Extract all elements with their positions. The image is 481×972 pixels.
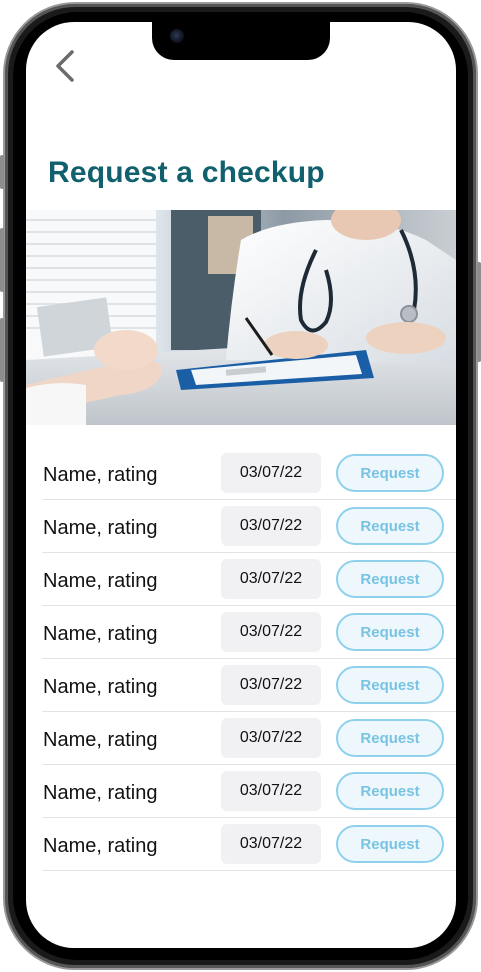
- doctor-name-rating: Name, rating: [43, 623, 158, 645]
- request-button[interactable]: Request: [336, 772, 444, 810]
- camera-icon: [170, 29, 184, 43]
- list-item: Name, rating 03/07/22 Request: [42, 818, 456, 871]
- request-button[interactable]: Request: [336, 454, 444, 492]
- list-item: Name, rating 03/07/22 Request: [42, 447, 456, 500]
- request-button[interactable]: Request: [336, 507, 444, 545]
- doctor-name-rating: Name, rating: [43, 782, 158, 804]
- request-button[interactable]: Request: [336, 825, 444, 863]
- list-item: Name, rating 03/07/22 Request: [42, 500, 456, 553]
- date-badge: 03/07/22: [221, 559, 321, 599]
- list-item: Name, rating 03/07/22 Request: [42, 553, 456, 606]
- date-badge: 03/07/22: [221, 612, 321, 652]
- screen: Request a checkup Name, rating 03/07/22 …: [26, 22, 456, 948]
- date-badge: 03/07/22: [221, 665, 321, 705]
- doctor-name-rating: Name, rating: [43, 835, 158, 857]
- date-badge: 03/07/22: [221, 824, 321, 864]
- silent-switch: [0, 155, 4, 189]
- request-button[interactable]: Request: [336, 560, 444, 598]
- list-item: Name, rating 03/07/22 Request: [42, 659, 456, 712]
- volume-down-button: [0, 318, 4, 382]
- list-item: Name, rating 03/07/22 Request: [42, 606, 456, 659]
- list-item: Name, rating 03/07/22 Request: [42, 765, 456, 818]
- volume-up-button: [0, 228, 4, 292]
- doctor-name-rating: Name, rating: [43, 517, 158, 539]
- hero-image: [26, 210, 456, 425]
- doctor-name-rating: Name, rating: [43, 676, 158, 698]
- request-button[interactable]: Request: [336, 613, 444, 651]
- doctor-name-rating: Name, rating: [43, 729, 158, 751]
- doctor-name-rating: Name, rating: [43, 570, 158, 592]
- power-button: [477, 262, 481, 362]
- page-title: Request a checkup: [48, 156, 325, 189]
- date-badge: 03/07/22: [221, 771, 321, 811]
- date-badge: 03/07/22: [221, 718, 321, 758]
- back-button[interactable]: [48, 46, 84, 86]
- request-button[interactable]: Request: [336, 666, 444, 704]
- date-badge: 03/07/22: [221, 506, 321, 546]
- request-button[interactable]: Request: [336, 719, 444, 757]
- chevron-left-icon: [56, 50, 74, 82]
- date-badge: 03/07/22: [221, 453, 321, 493]
- doctor-consultation-photo: [26, 210, 456, 425]
- list-item: Name, rating 03/07/22 Request: [42, 712, 456, 765]
- notch: [152, 22, 330, 60]
- doctor-list: Name, rating 03/07/22 Request Name, rati…: [42, 447, 456, 871]
- doctor-name-rating: Name, rating: [43, 464, 158, 486]
